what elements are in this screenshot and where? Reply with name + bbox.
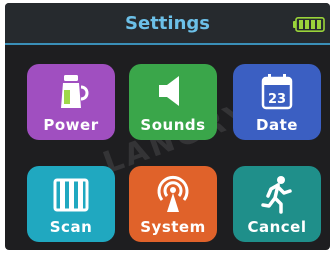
- scan-label: Scan: [49, 218, 93, 236]
- system-label: System: [140, 218, 206, 236]
- sounds-button[interactable]: Sounds: [129, 64, 217, 140]
- sounds-label: Sounds: [140, 116, 206, 134]
- system-button[interactable]: System: [129, 166, 217, 242]
- power-button[interactable]: Power: [27, 64, 115, 140]
- calendar-icon: 23: [261, 74, 293, 110]
- cancel-label: Cancel: [247, 218, 307, 236]
- speaker-icon: [159, 76, 179, 106]
- date-label: Date: [256, 116, 298, 134]
- power-label: Power: [43, 116, 99, 134]
- kettle-icon: [61, 75, 89, 108]
- battery-full-icon: [293, 17, 325, 32]
- piano-keys-icon: [53, 178, 89, 212]
- date-button[interactable]: 23 Date: [233, 64, 321, 140]
- cancel-button[interactable]: Cancel: [233, 166, 321, 242]
- calendar-day: 23: [268, 92, 286, 107]
- broadcast-icon: [157, 175, 189, 212]
- scan-button[interactable]: Scan: [27, 166, 115, 242]
- running-man-icon: [261, 176, 292, 214]
- device-screen: Settings LANGRY Power Sounds: [5, 3, 330, 250]
- page-title: Settings: [125, 13, 210, 34]
